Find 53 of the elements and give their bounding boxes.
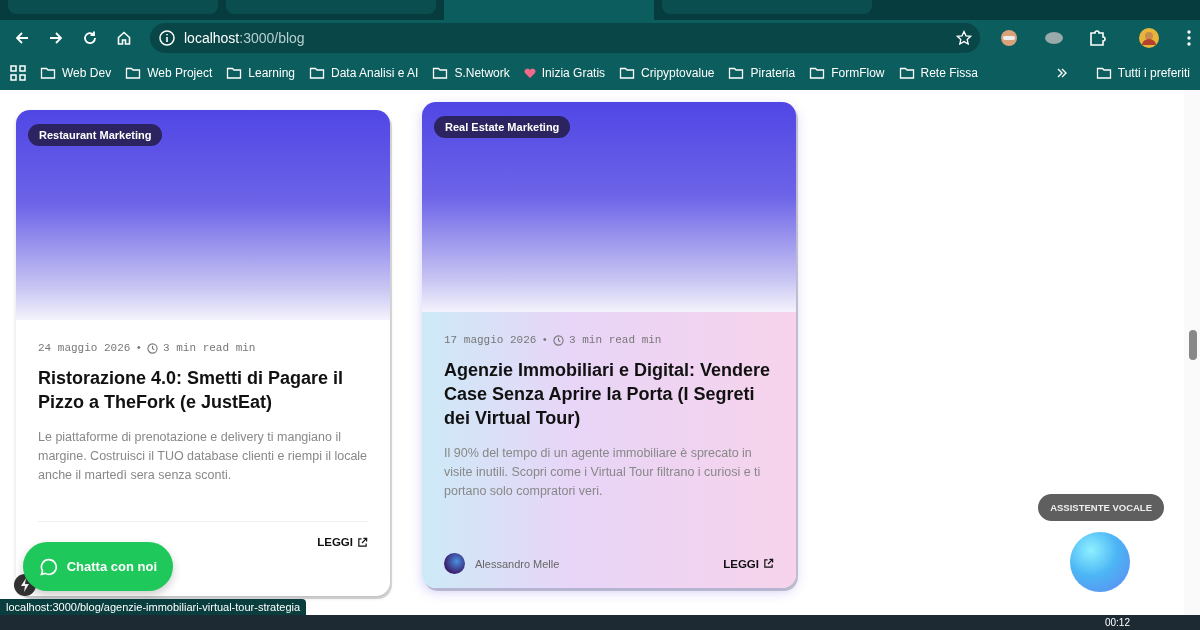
read-time: 3 min read min [569,334,662,346]
post-excerpt: Le piattaforme di prenotazione e delivery ti mangiano il margine. Costruisci il TUO database clienti e riempi il locale anche il martedì sera senza sconti. [38,429,368,484]
reload-icon [82,29,98,46]
back-icon [14,29,30,46]
post-date: 24 maggio 2026 [38,342,131,354]
bookmark[interactable]: Cripyptovalue [619,64,715,81]
scrollbar[interactable] [1184,90,1200,615]
extension-icon[interactable] [1000,28,1018,47]
bookmark[interactable]: Web Project [125,64,213,81]
voice-assistant-button[interactable] [1070,532,1130,592]
external-link-icon [357,536,368,548]
category-tag: Real Estate Marketing [434,116,571,138]
address-bar[interactable]: localhost:3000/blog [150,22,980,53]
author-name: Alessandro Melle [475,557,560,570]
clock: 00:12 [1104,617,1130,628]
bookmark[interactable]: Data Analisi e AI [309,64,419,81]
bookmark[interactable]: Tutti i preferiti [1095,64,1190,81]
external-link-icon [763,558,774,569]
extension-icon[interactable] [1044,29,1064,46]
bookmark[interactable]: Inizia Gratis [523,65,606,80]
bookmark[interactable]: Learning [226,64,295,81]
apps-icon[interactable] [10,64,26,81]
info-icon[interactable] [158,28,176,47]
status-url: localhost:3000/blog/agenzie-immobiliari-virtual-tour-strategia [0,599,307,615]
separator-dot: • [541,334,549,346]
avatar-icon[interactable] [1138,26,1160,49]
post-excerpt: Il 90% del tempo di un agente immobiliare è sprecato in visite inutili. Scopri come i Virtual Tour filtrano i curiosi e ti portano solo compratori veri. [444,445,762,500]
forward-icon [48,29,64,46]
star-icon[interactable] [956,29,972,46]
bookmark[interactable]: Rete Fissa [898,64,978,81]
blog-card[interactable] [422,102,796,588]
post-title: Agenzie Immobiliari e Digital: Vendere Case Senza Aprire la Porta (I Segreti dei Virtual Tour) [444,359,772,430]
clock-icon [553,334,565,346]
read-link[interactable]: LEGGI [723,557,774,570]
heart-icon [523,66,536,79]
post-date: 17 maggio 2026 [444,334,537,346]
bookmark[interactable]: FormFlow [809,64,885,81]
chevron-icon[interactable] [1055,66,1068,79]
bookmark[interactable]: Pirateria [728,64,796,81]
separator-dot: • [135,342,143,354]
home-icon [116,29,132,46]
post-title: Ristorazione 4.0: Smetti di Pagare il Pizzo a TheFork (e JustEat) [38,367,345,414]
puzzle-icon[interactable] [1088,28,1106,47]
clock-icon [147,342,159,354]
bookmark[interactable]: S.Network [432,64,510,81]
menu-icon[interactable] [1186,28,1192,47]
read-time: 3 min read min [163,342,256,354]
bookmark[interactable]: Web Dev [40,64,112,81]
voice-assistant-label: ASSISTENTE VOCALE [1038,494,1164,521]
read-link[interactable]: LEGGI [317,536,368,548]
blog-card[interactable] [16,110,390,596]
author-avatar [444,553,465,574]
category-tag: Restaurant Marketing [28,124,163,146]
